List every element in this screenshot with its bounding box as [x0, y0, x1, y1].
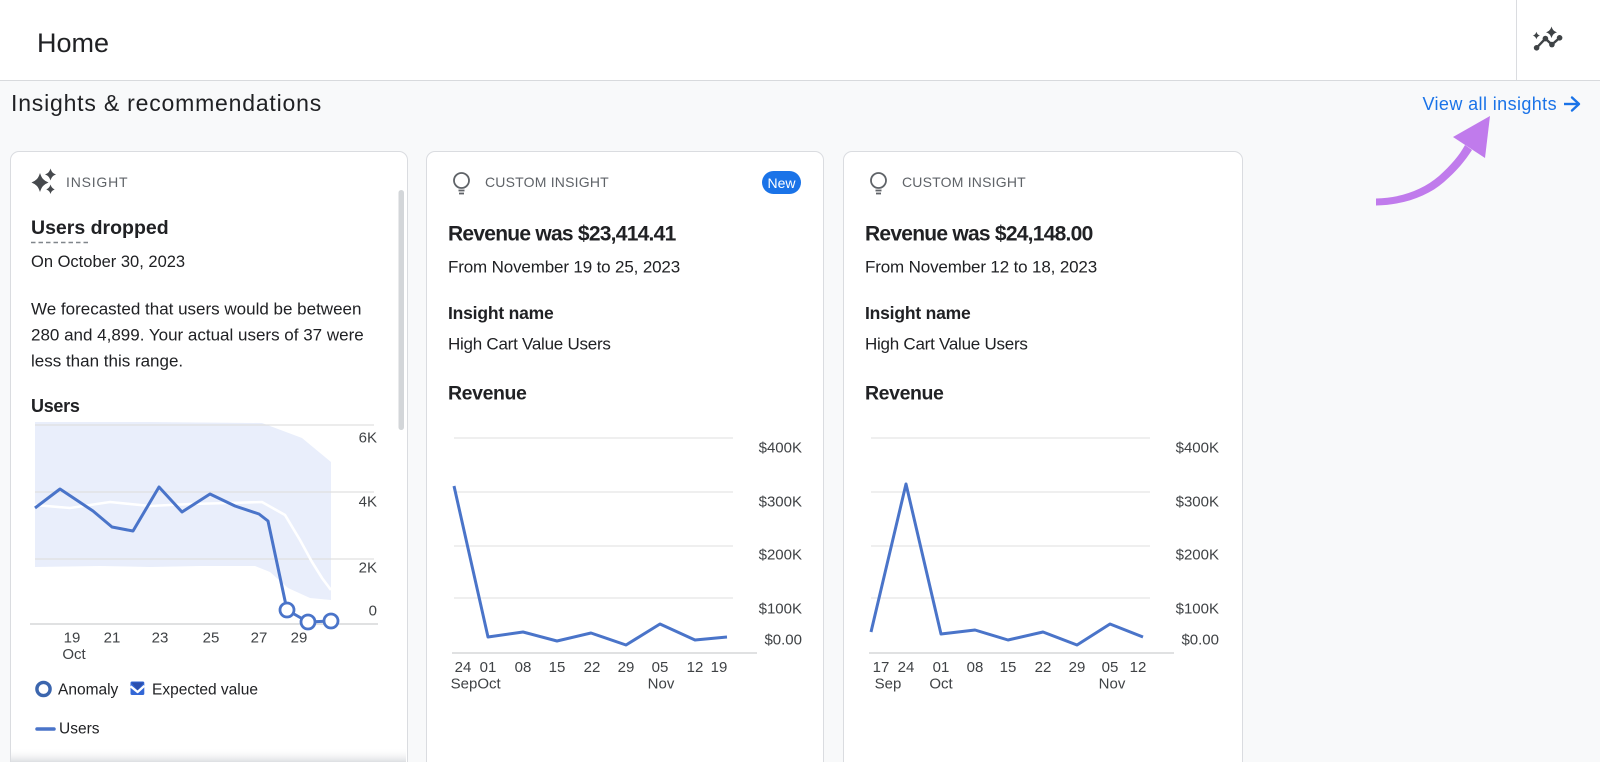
svg-text:Oct: Oct	[62, 646, 86, 663]
svg-text:08: 08	[967, 659, 984, 676]
svg-text:$200K: $200K	[759, 547, 802, 564]
svg-text:Revenue was $24,148.00: Revenue was $24,148.00	[865, 223, 1093, 246]
svg-text:05: 05	[1102, 659, 1119, 676]
svg-text:01: 01	[480, 659, 497, 676]
svg-text:Oct: Oct	[477, 676, 501, 693]
svg-text:23: 23	[152, 630, 169, 647]
svg-text:19: 19	[711, 659, 728, 676]
svg-text:4K: 4K	[359, 494, 377, 511]
svg-text:29: 29	[291, 630, 308, 647]
svg-text:29: 29	[1069, 659, 1086, 676]
svg-text:21: 21	[104, 630, 121, 647]
svg-text:Revenue was $23,414.41: Revenue was $23,414.41	[448, 223, 677, 246]
svg-text:Anomaly: Anomaly	[58, 682, 119, 699]
svg-text:05: 05	[652, 659, 669, 676]
svg-text:15: 15	[549, 659, 566, 676]
svg-text:280 and 4,899. Your actual use: 280 and 4,899. Your actual users of 37 w…	[31, 326, 364, 345]
svg-text:$100K: $100K	[1176, 601, 1219, 618]
svg-text:27: 27	[251, 630, 268, 647]
svg-text:25: 25	[203, 630, 220, 647]
svg-text:$0.00: $0.00	[764, 632, 802, 649]
svg-text:Insight name: Insight name	[865, 303, 971, 323]
svg-text:Users: Users	[59, 721, 100, 738]
svg-text:12: 12	[687, 659, 704, 676]
svg-text:24: 24	[898, 659, 915, 676]
svg-text:08: 08	[515, 659, 532, 676]
svg-text:17: 17	[873, 659, 890, 676]
svg-text:CUSTOM INSIGHT: CUSTOM INSIGHT	[902, 174, 1026, 190]
svg-text:24: 24	[455, 659, 472, 676]
svg-text:Expected value: Expected value	[152, 682, 258, 699]
svg-text:01: 01	[933, 659, 950, 676]
svg-text:22: 22	[584, 659, 601, 676]
svg-text:Users: Users	[31, 396, 80, 416]
svg-text:CUSTOM INSIGHT: CUSTOM INSIGHT	[485, 174, 609, 190]
svg-text:Oct: Oct	[929, 676, 953, 693]
svg-text:$300K: $300K	[1176, 494, 1219, 511]
svg-text:Insights & recommendations: Insights & recommendations	[11, 90, 322, 116]
svg-text:15: 15	[1000, 659, 1017, 676]
svg-text:Revenue: Revenue	[448, 383, 527, 405]
svg-text:INSIGHT: INSIGHT	[66, 174, 128, 190]
svg-text:0: 0	[369, 603, 377, 620]
svg-text:$0.00: $0.00	[1181, 632, 1219, 649]
svg-text:29: 29	[618, 659, 635, 676]
svg-text:High Cart Value Users: High Cart Value Users	[448, 335, 611, 354]
svg-text:6K: 6K	[359, 430, 377, 447]
svg-text:$400K: $400K	[1176, 440, 1219, 457]
svg-text:From November 12 to 18, 2023: From November 12 to 18, 2023	[865, 258, 1097, 277]
svg-text:$300K: $300K	[759, 494, 802, 511]
svg-text:Sep: Sep	[451, 676, 478, 693]
svg-text:On October 30, 2023: On October 30, 2023	[31, 253, 185, 271]
svg-text:Insight name: Insight name	[448, 303, 554, 323]
svg-text:22: 22	[1035, 659, 1052, 676]
svg-text:2K: 2K	[359, 560, 377, 577]
svg-text:$200K: $200K	[1176, 547, 1219, 564]
svg-text:$100K: $100K	[759, 601, 802, 618]
svg-text:19: 19	[64, 630, 81, 647]
svg-text:High Cart Value Users: High Cart Value Users	[865, 335, 1028, 354]
svg-text:View all insights: View all insights	[1422, 94, 1557, 114]
svg-text:Nov: Nov	[648, 676, 675, 693]
svg-text:$400K: $400K	[759, 440, 802, 457]
svg-text:Users dropped: Users dropped	[31, 217, 169, 239]
svg-text:We forecasted that users would: We forecasted that users would be betwee…	[31, 300, 361, 319]
svg-text:New: New	[767, 175, 796, 191]
svg-text:Sep: Sep	[875, 676, 902, 693]
svg-text:Nov: Nov	[1099, 676, 1126, 693]
svg-text:Revenue: Revenue	[865, 383, 944, 405]
svg-text:From November 19 to 25, 2023: From November 19 to 25, 2023	[448, 258, 680, 277]
svg-text:less than this range.: less than this range.	[31, 352, 183, 371]
svg-text:12: 12	[1130, 659, 1147, 676]
